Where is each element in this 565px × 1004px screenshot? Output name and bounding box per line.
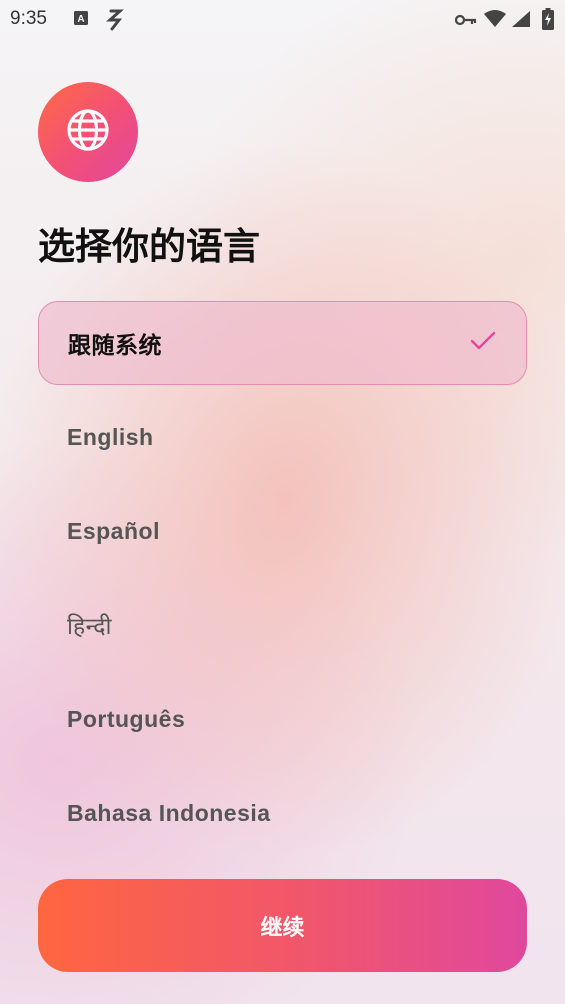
- status-time: 9:35: [10, 8, 47, 29]
- language-option-system[interactable]: 跟随系统: [38, 301, 527, 385]
- language-option-label: 跟随系统: [68, 332, 162, 358]
- wifi-icon: [483, 10, 507, 32]
- battery-charging-icon: [542, 8, 554, 34]
- app-logo: [38, 82, 138, 182]
- continue-button[interactable]: 继续: [38, 879, 527, 972]
- language-option-label: English: [67, 423, 154, 450]
- language-option-indonesian[interactable]: Bahasa Indonesia: [38, 771, 527, 855]
- language-list: 跟随系统 English Español हिन्दी Português Ba…: [38, 301, 527, 865]
- check-icon: [470, 330, 496, 358]
- status-bar: 9:35 A: [0, 0, 565, 40]
- language-option-label: Português: [67, 705, 186, 732]
- a-notification-icon: A: [73, 9, 89, 31]
- language-option-label: Bahasa Indonesia: [67, 799, 271, 826]
- page-title: 选择你的语言: [38, 225, 260, 268]
- language-option-spanish[interactable]: Español: [38, 489, 527, 573]
- language-option-portuguese[interactable]: Português: [38, 677, 527, 761]
- svg-text:A: A: [77, 14, 84, 25]
- language-option-label: हिन्दी: [67, 613, 112, 639]
- globe-icon: [65, 107, 111, 157]
- vpn-key-icon: [454, 12, 477, 31]
- language-option-label: Español: [67, 517, 160, 544]
- language-option-hindi[interactable]: हिन्दी: [38, 583, 527, 667]
- flash-icon: [106, 9, 124, 35]
- signal-icon: [511, 10, 531, 32]
- language-option-english[interactable]: English: [38, 395, 527, 479]
